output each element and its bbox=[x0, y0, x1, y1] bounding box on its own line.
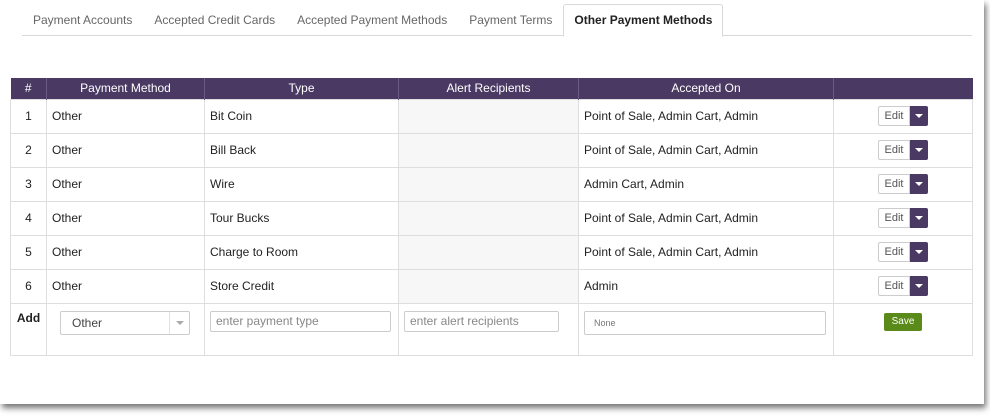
edit-button[interactable]: Edit bbox=[877, 106, 911, 126]
row-accepted-on: Point of Sale, Admin Cart, Admin bbox=[578, 132, 834, 168]
dropdown-caret-icon[interactable] bbox=[910, 208, 929, 228]
row-number: 6 bbox=[10, 268, 47, 304]
other-payment-methods-table: # Payment Method Type Alert Recipients A… bbox=[10, 78, 973, 356]
tab-bar: Payment Accounts Accepted Credit Cards A… bbox=[22, 4, 972, 37]
row-actions: Edit bbox=[833, 166, 973, 202]
dropdown-caret-icon[interactable] bbox=[910, 106, 929, 126]
row-accepted-on: Point of Sale, Admin Cart, Admin bbox=[578, 200, 834, 236]
tab-other-payment-methods[interactable]: Other Payment Methods bbox=[563, 4, 724, 37]
edit-button[interactable]: Edit bbox=[877, 242, 911, 262]
dropdown-caret-icon[interactable] bbox=[910, 140, 929, 160]
add-type-cell bbox=[204, 302, 399, 356]
row-alert-recipients bbox=[398, 166, 579, 202]
row-type: Store Credit bbox=[204, 268, 399, 304]
edit-button[interactable]: Edit bbox=[877, 208, 911, 228]
row-payment-method: Other bbox=[46, 166, 205, 202]
edit-button-group: Edit bbox=[877, 276, 929, 296]
table-row: 6 Other Store Credit Admin Edit bbox=[10, 268, 973, 304]
tab-accepted-payment-methods[interactable]: Accepted Payment Methods bbox=[286, 4, 458, 36]
edit-button[interactable]: Edit bbox=[877, 276, 911, 296]
row-alert-recipients bbox=[398, 132, 579, 168]
edit-button-group: Edit bbox=[877, 174, 929, 194]
row-type: Bit Coin bbox=[204, 98, 399, 134]
table-row: 3 Other Wire Admin Cart, Admin Edit bbox=[10, 166, 973, 202]
alert-recipients-input[interactable] bbox=[404, 310, 559, 332]
save-button[interactable]: Save bbox=[883, 312, 923, 331]
header-type: Type bbox=[204, 78, 399, 99]
edit-button-group: Edit bbox=[877, 242, 929, 262]
row-number: 2 bbox=[10, 132, 47, 168]
header-alert-recipients: Alert Recipients bbox=[398, 78, 579, 99]
header-accepted-on: Accepted On bbox=[578, 78, 834, 99]
row-accepted-on: Admin Cart, Admin bbox=[578, 166, 834, 202]
select-arrow-icon bbox=[169, 311, 189, 334]
tab-accepted-credit-cards[interactable]: Accepted Credit Cards bbox=[143, 4, 286, 36]
row-alert-recipients bbox=[398, 200, 579, 236]
row-type: Bill Back bbox=[204, 132, 399, 168]
add-row: Add Other None Save bbox=[10, 302, 973, 356]
row-payment-method: Other bbox=[46, 234, 205, 270]
add-accepted-cell: None bbox=[578, 302, 834, 356]
table-row: 5 Other Charge to Room Point of Sale, Ad… bbox=[10, 234, 973, 270]
row-payment-method: Other bbox=[46, 200, 205, 236]
edit-button-group: Edit bbox=[877, 208, 929, 228]
header-payment-method: Payment Method bbox=[46, 78, 205, 99]
row-number: 5 bbox=[10, 234, 47, 270]
edit-button-group: Edit bbox=[877, 140, 929, 160]
row-actions: Edit bbox=[833, 98, 973, 134]
row-actions: Edit bbox=[833, 200, 973, 236]
row-accepted-on: Point of Sale, Admin Cart, Admin bbox=[578, 98, 834, 134]
edit-button-group: Edit bbox=[877, 106, 929, 126]
row-payment-method: Other bbox=[46, 132, 205, 168]
edit-button[interactable]: Edit bbox=[877, 140, 911, 160]
payment-method-selected: Other bbox=[72, 315, 103, 330]
row-number: 4 bbox=[10, 200, 47, 236]
payment-type-input[interactable] bbox=[210, 310, 391, 332]
tab-payment-terms[interactable]: Payment Terms bbox=[458, 4, 563, 36]
header-actions bbox=[833, 78, 973, 99]
add-label: Add bbox=[10, 302, 47, 356]
row-accepted-on: Point of Sale, Admin Cart, Admin bbox=[578, 234, 834, 270]
add-method-cell: Other bbox=[46, 302, 205, 356]
row-payment-method: Other bbox=[46, 268, 205, 304]
table-row: 2 Other Bill Back Point of Sale, Admin C… bbox=[10, 132, 973, 168]
add-actions-cell: Save bbox=[833, 302, 973, 356]
row-actions: Edit bbox=[833, 268, 973, 304]
row-number: 1 bbox=[10, 98, 47, 134]
dropdown-caret-icon[interactable] bbox=[910, 174, 929, 194]
row-alert-recipients bbox=[398, 234, 579, 270]
accepted-on-multiselect[interactable]: None bbox=[584, 310, 826, 335]
row-type: Wire bbox=[204, 166, 399, 202]
row-alert-recipients bbox=[398, 98, 579, 134]
tab-payment-accounts[interactable]: Payment Accounts bbox=[22, 4, 143, 36]
row-type: Tour Bucks bbox=[204, 200, 399, 236]
table-row: 4 Other Tour Bucks Point of Sale, Admin … bbox=[10, 200, 973, 236]
table-row: 1 Other Bit Coin Point of Sale, Admin Ca… bbox=[10, 98, 973, 134]
dropdown-caret-icon[interactable] bbox=[910, 242, 929, 262]
payment-method-select[interactable]: Other bbox=[60, 310, 190, 335]
edit-button[interactable]: Edit bbox=[877, 174, 911, 194]
row-accepted-on: Admin bbox=[578, 268, 834, 304]
header-number: # bbox=[10, 78, 47, 99]
dropdown-caret-icon[interactable] bbox=[910, 276, 929, 296]
row-number: 3 bbox=[10, 166, 47, 202]
payment-settings-panel: Payment Accounts Accepted Credit Cards A… bbox=[0, 0, 984, 404]
table-header-row: # Payment Method Type Alert Recipients A… bbox=[10, 78, 973, 99]
row-type: Charge to Room bbox=[204, 234, 399, 270]
row-alert-recipients bbox=[398, 268, 579, 304]
row-payment-method: Other bbox=[46, 98, 205, 134]
row-actions: Edit bbox=[833, 234, 973, 270]
row-actions: Edit bbox=[833, 132, 973, 168]
add-alert-cell bbox=[398, 302, 579, 356]
